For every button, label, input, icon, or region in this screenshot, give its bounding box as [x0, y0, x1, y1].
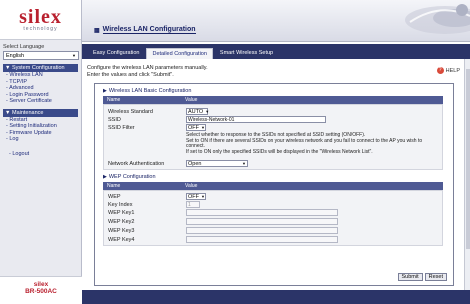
- ssid-input[interactable]: Wireless-Network-01: [186, 116, 326, 123]
- header-decoration: [405, 4, 470, 34]
- logo: silex technology: [0, 0, 81, 40]
- scrollbar[interactable]: [464, 59, 470, 290]
- ssid-filter-description: Select whether to response to the SSIDs …: [186, 132, 423, 155]
- basic-table-body: Wireless Standard AUTO ▼ SSID Wireless-Ne…: [103, 104, 443, 170]
- form-buttons: Submit Reset: [397, 273, 447, 281]
- help-icon: ?: [436, 67, 444, 74]
- key-index-select[interactable]: 1: [186, 201, 200, 208]
- wep-select[interactable]: OFF ▼: [186, 193, 206, 200]
- standard-label: Wireless Standard: [108, 109, 153, 115]
- wep-key1-label: WEP Key1: [108, 210, 135, 216]
- wep-label: WEP: [108, 194, 121, 200]
- intro-text: Configure the wireless LAN parameters ma…: [87, 65, 208, 78]
- sidebar-group-title[interactable]: ▼ Maintenance: [3, 108, 78, 117]
- sidebar-item-log[interactable]: - Log: [3, 136, 78, 143]
- language-select[interactable]: English ▼: [3, 51, 79, 60]
- tab-detailed-configuration[interactable]: Detailed Configuration: [146, 48, 213, 59]
- language-value: English: [6, 52, 25, 59]
- wep-key4-label: WEP Key4: [108, 237, 135, 243]
- basic-table-header: Name Value: [103, 96, 443, 104]
- section-basic-title: ▶ Wireless LAN Basic Configuration: [103, 88, 192, 94]
- footer-bar: [82, 290, 470, 304]
- wep-key4-input[interactable]: [186, 236, 338, 243]
- tab-smart-wireless-setup[interactable]: Smart Wireless Setup: [215, 48, 278, 59]
- wep-key2-label: WEP Key2: [108, 219, 135, 225]
- logo-subtext: technology: [23, 25, 58, 32]
- chevron-down-icon: ▼: [205, 109, 210, 114]
- key-index-label: Key Index: [108, 202, 133, 208]
- ssid-filter-select[interactable]: OFF ▼: [186, 124, 206, 131]
- chevron-down-icon: ▼: [201, 194, 205, 199]
- ssid-filter-label: SSID Filter: [108, 125, 135, 131]
- scrollbar-thumb[interactable]: [466, 69, 470, 249]
- config-panel: ▶ Wireless LAN Basic Configuration Name …: [94, 83, 454, 286]
- main-content: Configure the wireless LAN parameters ma…: [82, 59, 470, 290]
- wireless-standard-select[interactable]: AUTO ▼: [186, 108, 210, 115]
- logo-text: silex: [19, 5, 62, 28]
- header: ▦ Wireless LAN Configuration: [82, 0, 470, 42]
- wep-table-body: WEP OFF ▼ Key Index 1 WEP Key1 WEP Key2 W…: [103, 190, 443, 246]
- auth-label: Network Authentication: [108, 161, 165, 167]
- chevron-down-icon: ▼: [242, 161, 246, 166]
- chevron-down-icon: ▼: [72, 53, 76, 58]
- logout-link[interactable]: - Logout: [6, 151, 81, 158]
- product-badge: silex BR-500AC: [0, 276, 82, 304]
- grid-icon: ▦: [94, 27, 100, 34]
- app-root: silex technology Select Language English…: [0, 0, 470, 304]
- network-authentication-select[interactable]: Open ▼: [186, 160, 248, 167]
- section-wep-title: ▶ WEP Configuration: [103, 174, 156, 180]
- sidebar-group-system: ▼ System Configuration - Wireless LAN - …: [3, 64, 78, 105]
- product-brand: silex: [33, 281, 49, 288]
- ssid-label: SSID: [108, 117, 121, 123]
- wep-key1-input[interactable]: [186, 209, 338, 216]
- tab-easy-configuration[interactable]: Easy Configuration: [88, 48, 144, 59]
- help-link[interactable]: ? HELP: [436, 67, 460, 74]
- tab-bar: Easy Configuration Detailed Configuratio…: [82, 44, 470, 59]
- sidebar-item-server-certificate[interactable]: - Server Certificate: [3, 98, 78, 105]
- language-label: Select Language: [3, 44, 45, 50]
- arrow-right-icon: ▶: [103, 88, 107, 94]
- wep-key2-input[interactable]: [186, 218, 338, 225]
- sidebar-group-maintenance: ▼ Maintenance - Restart - Setting Initia…: [3, 108, 78, 143]
- product-model: BR-500AC: [25, 288, 57, 295]
- submit-button[interactable]: Submit: [397, 273, 423, 281]
- sidebar-group-title[interactable]: ▼ System Configuration: [3, 64, 78, 72]
- arrow-right-icon: ▶: [103, 174, 107, 180]
- sidebar: silex technology Select Language English…: [0, 0, 82, 304]
- reset-button[interactable]: Reset: [424, 273, 447, 281]
- page-title: ▦ Wireless LAN Configuration: [94, 26, 196, 34]
- wep-table-header: Name Value: [103, 182, 443, 190]
- wep-key3-input[interactable]: [186, 227, 338, 234]
- wep-key3-label: WEP Key3: [108, 228, 135, 234]
- chevron-down-icon: ▼: [201, 125, 205, 130]
